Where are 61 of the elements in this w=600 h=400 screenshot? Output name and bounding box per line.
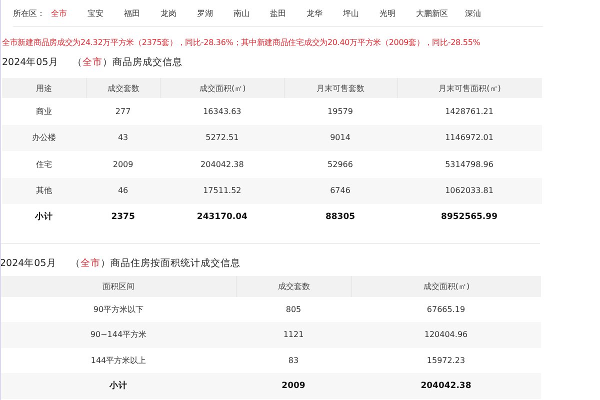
column-header: 成交面积(㎡) xyxy=(351,276,541,296)
table-cell-text: 90平方米以下 xyxy=(92,304,145,316)
district-tab[interactable]: 光明 xyxy=(380,8,416,18)
table-cell-text: 88305 xyxy=(324,211,356,224)
table-cell-text: 1428761.21 xyxy=(444,106,494,118)
table-cell-text: 商业 xyxy=(34,106,53,118)
column-header: 成交套数 xyxy=(86,78,160,98)
table-cell-text: 5314798.96 xyxy=(444,158,494,171)
table-cell-text: 144平方米以上 xyxy=(90,354,148,367)
table-cell-text: 46 xyxy=(116,185,130,198)
section-title: 2024年05月 （全市）商品住房按面积统计成交信息 xyxy=(1,256,242,270)
district-tab[interactable]: 坪山 xyxy=(343,8,380,18)
table-cell-text: 1146972.01 xyxy=(444,132,494,144)
district-tab[interactable]: 宝安 xyxy=(88,8,124,18)
table-cell-text: 其他 xyxy=(34,185,53,198)
table-cell-text: 8952565.99 xyxy=(440,211,498,224)
district-tab[interactable]: 龙华 xyxy=(306,8,343,18)
table-cell-text: 277 xyxy=(114,106,132,118)
table-cell-text: 243170.04 xyxy=(196,211,248,224)
district-tab[interactable]: 大鹏新区 xyxy=(416,8,465,18)
table-cell-text: 办公楼 xyxy=(30,132,57,144)
table-cell-text: 小计 xyxy=(108,380,128,393)
table-cell-text: 16343.63 xyxy=(202,106,242,118)
district-tab[interactable]: 南山 xyxy=(234,8,270,18)
column-header: 成交面积(㎡) xyxy=(160,78,284,98)
table-cell-text: 90~144平方米 xyxy=(89,329,148,342)
table-cell-text: 67665.19 xyxy=(426,304,466,316)
table-cell-text: 9014 xyxy=(329,132,352,144)
column-header: 用途 xyxy=(34,82,53,94)
table-cell-text: 52966 xyxy=(326,158,354,171)
summary-text: 全市新建商品房成交为24.32万平方米（2375套），同比-28.36%；其中新建商品住宅成交为20.40万平方米（2009套），同比-28.55% xyxy=(2,37,482,48)
table-cell-text: 83 xyxy=(287,354,300,367)
table-cell-text: 15972.23 xyxy=(426,354,466,367)
district-tab[interactable]: 罗湖 xyxy=(197,8,234,18)
district-tab[interactable]: 福田 xyxy=(124,8,160,18)
table-cell-text: 1121 xyxy=(282,329,305,342)
district-tab[interactable]: 深汕 xyxy=(465,8,502,18)
table-cell-text: 120404.96 xyxy=(423,329,469,342)
table-cell-text: 住宅 xyxy=(34,158,53,171)
table-cell-text: 5272.51 xyxy=(204,132,240,144)
column-header: 面积区间 xyxy=(102,280,136,292)
table-cell-text: 2375 xyxy=(110,211,136,224)
table-cell-text: 2009 xyxy=(280,380,306,393)
column-header: 成交套数 xyxy=(236,276,351,296)
filter-label: 所在区： xyxy=(13,8,46,18)
table-cell-text: 19579 xyxy=(326,106,354,118)
column-header: 月末可售套数 xyxy=(284,78,397,98)
district-tab[interactable]: 全市 xyxy=(51,8,88,18)
table-cell-text: 43 xyxy=(116,132,130,144)
column-header: 月末可售面积(㎡) xyxy=(396,78,542,98)
table-cell-text: 小计 xyxy=(34,210,54,224)
district-tab[interactable]: 盐田 xyxy=(270,8,306,18)
table-cell-text: 805 xyxy=(284,304,302,316)
table-cell-text: 17511.52 xyxy=(202,185,242,198)
section-title: 2024年05月 （全市）商品房成交信息 xyxy=(2,56,184,69)
table-cell-text: 204042.38 xyxy=(200,158,245,171)
table-cell-text: 6746 xyxy=(329,185,352,198)
table-cell-text: 204042.38 xyxy=(420,380,472,393)
district-tab[interactable]: 龙岗 xyxy=(160,8,197,18)
table-cell-text: 2009 xyxy=(112,158,134,171)
table-cell-text: 1062033.81 xyxy=(444,185,494,198)
